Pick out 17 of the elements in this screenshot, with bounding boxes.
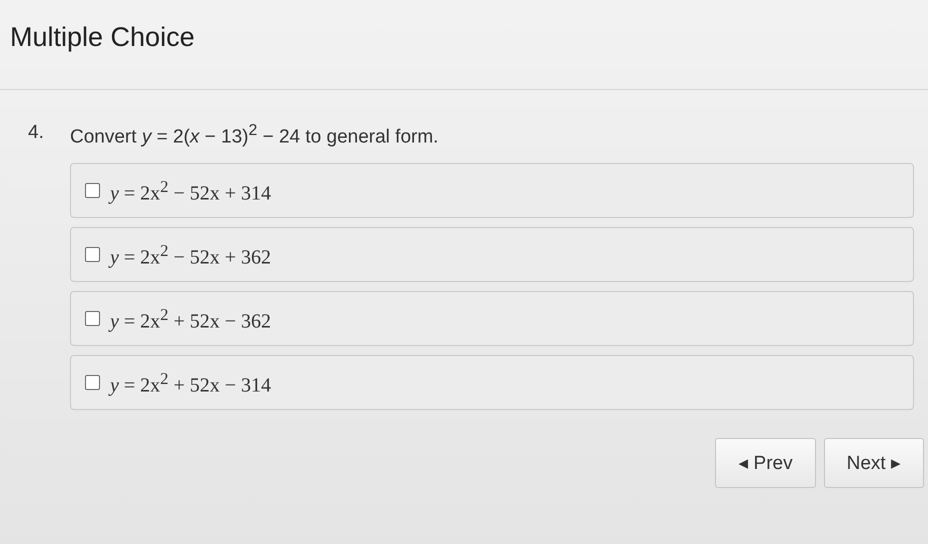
answer-text: y = 2x$^{2}$ − 52x + 314 — [110, 176, 272, 206]
answer-text: y = 2x$^{2}$ − 52x + 362 — [110, 240, 272, 270]
answer-text: y = 2x$^{2}$ + 52x − 362 — [110, 304, 272, 334]
checkbox[interactable] — [85, 311, 100, 326]
answer-option[interactable]: y = 2x$^{2}$ − 52x + 314 — [70, 163, 914, 218]
question-text: Convert y = 2(x − 13)$^{2}$ − 24 to general form. — [70, 122, 440, 148]
checkbox[interactable] — [85, 375, 100, 390]
question-number: 4. — [28, 121, 45, 145]
checkbox[interactable] — [85, 183, 100, 198]
checkbox[interactable] — [85, 247, 100, 262]
section-title: Multiple Choice — [10, 22, 195, 53]
answer-option[interactable]: y = 2x$^{2}$ − 52x + 362 — [70, 227, 914, 282]
next-button[interactable]: Next ▸ — [824, 438, 924, 488]
answer-option[interactable]: y = 2x$^{2}$ + 52x − 314 — [70, 355, 914, 410]
prev-button[interactable]: ◂ Prev — [715, 438, 816, 488]
answer-option[interactable]: y = 2x$^{2}$ + 52x − 362 — [70, 291, 914, 346]
answer-text: y = 2x$^{2}$ + 52x − 314 — [110, 368, 272, 398]
